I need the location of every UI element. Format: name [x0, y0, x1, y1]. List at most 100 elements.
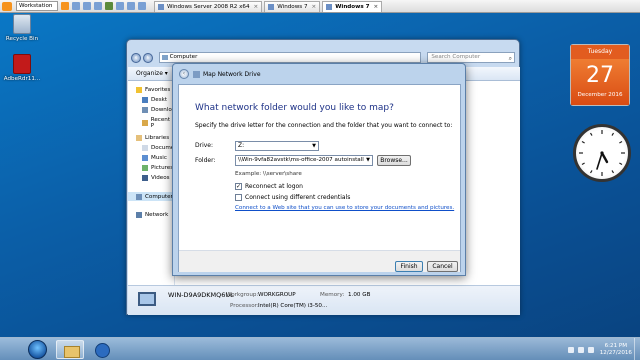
show-desktop-button[interactable]: [634, 338, 640, 360]
sidebar-label: Videos: [151, 175, 170, 181]
folder-value: \\Win-9vfa82avstk\ms-office-2007 autoins…: [238, 157, 364, 163]
sidebar-label: Computer: [145, 193, 173, 200]
sidebar-label: Favorites: [145, 87, 171, 93]
sidebar-item-computer[interactable]: Computer: [128, 192, 174, 201]
sidebar-item-desktop[interactable]: Deskt: [142, 97, 167, 103]
computer-name: WIN-D9A9DKMQ6UL: [168, 291, 234, 299]
sidebar-item-downloads[interactable]: Downlo: [142, 107, 172, 113]
finish-button[interactable]: Finish: [395, 261, 423, 272]
sidebar-item-favorites[interactable]: Favorites: [136, 87, 170, 93]
star-icon: [136, 87, 142, 93]
vm-tab-windows7-b[interactable]: Windows 7 ×: [322, 0, 383, 12]
address-bar[interactable]: Computer: [158, 52, 422, 63]
chevron-down-icon: ▼: [312, 143, 316, 149]
sidebar-item-network[interactable]: Network: [136, 212, 168, 218]
search-placeholder: Search Computer: [431, 54, 481, 60]
taskbar-date: 12/27/2016: [599, 349, 632, 356]
start-button[interactable]: [28, 340, 47, 359]
vmware-toolbar: Workstation Windows Server 2008 R2 x64 × …: [0, 0, 640, 13]
drive-value: Z:: [238, 142, 245, 149]
navigation-pane: Favorites Deskt Downlo Recent P Librarie…: [128, 81, 178, 285]
drive-select[interactable]: Z: ▼: [235, 141, 319, 151]
vmware-logo-icon: [2, 1, 12, 11]
fullscreen-icon[interactable]: [105, 2, 113, 10]
dialog-description: Specify the drive letter for the connect…: [195, 122, 453, 129]
network-icon[interactable]: [577, 346, 584, 353]
organize-button[interactable]: Organize ▾: [136, 70, 168, 77]
unity-icon[interactable]: [116, 2, 124, 10]
volume-icon[interactable]: [587, 346, 594, 353]
dialog-content: What network folder would you like to ma…: [178, 84, 461, 272]
vm-tab-windows7-a[interactable]: Windows 7 ×: [264, 0, 321, 12]
music-icon: [142, 155, 148, 161]
folder-example: Example: \\server\share: [235, 171, 302, 177]
adobe-reader-icon: [13, 54, 31, 74]
reconnect-label: Reconnect at logon: [245, 183, 303, 190]
desktop-icon-adobe-reader[interactable]: AdbeRdr11...: [0, 54, 44, 82]
close-icon[interactable]: ×: [254, 4, 259, 10]
desktop-icon-recycle-bin[interactable]: Recycle Bin: [0, 14, 44, 42]
reconnect-checkbox[interactable]: ✓ Reconnect at logon: [235, 183, 303, 190]
sidebar-item-libraries[interactable]: Libraries: [136, 135, 169, 141]
back-button[interactable]: ‹: [179, 69, 189, 79]
sidebar-label: Recent P: [150, 117, 171, 129]
recycle-bin-icon: [13, 14, 31, 34]
revert-icon[interactable]: [83, 2, 91, 10]
snapshot-icon[interactable]: [72, 2, 80, 10]
cancel-button[interactable]: Cancel: [427, 261, 458, 272]
close-icon[interactable]: ×: [374, 4, 379, 10]
desktop-icon-label: Recycle Bin: [5, 36, 39, 42]
pause-icon[interactable]: [61, 2, 69, 10]
sidebar-item-pictures[interactable]: Pictures: [142, 165, 173, 171]
system-tray: 6:21 PM 12/27/2016: [564, 340, 632, 359]
sidebar-item-videos[interactable]: Videos: [142, 175, 170, 181]
vm-tab-label: Windows Server 2008 R2 x64: [167, 3, 250, 10]
dialog-title: Map Network Drive: [203, 70, 261, 78]
calendar-gadget[interactable]: Tuesday 27 December 2016: [570, 44, 630, 106]
sidebar-item-music[interactable]: Music: [142, 155, 167, 161]
vm-tab-label: Windows 7: [277, 3, 308, 10]
back-button[interactable]: ‹: [131, 52, 141, 63]
sidebar-label: Music: [151, 155, 167, 161]
chevron-down-icon[interactable]: ▼: [366, 156, 370, 165]
taskbar-media-player-button[interactable]: [88, 340, 116, 359]
computer-icon: [138, 292, 156, 306]
manage-icon[interactable]: [94, 2, 102, 10]
view-icon[interactable]: [138, 2, 146, 10]
dialog-heading: What network folder would you like to ma…: [195, 103, 394, 113]
recent-places-icon: [142, 120, 148, 126]
processor-label: Processor:: [230, 303, 259, 309]
different-credentials-checkbox[interactable]: Connect using different credentials: [235, 194, 350, 201]
folder-input[interactable]: \\Win-9vfa82avstk\ms-office-2007 autoins…: [235, 155, 373, 166]
taskbar-clock[interactable]: 6:21 PM 12/27/2016: [600, 343, 632, 357]
calendar-body: 27 December 2016: [571, 59, 629, 105]
search-icon[interactable]: ⌕: [509, 54, 512, 63]
taskbar-explorer-button[interactable]: [56, 340, 84, 359]
checkbox-box[interactable]: [235, 194, 242, 201]
map-network-drive-dialog: ‹ Map Network Drive What network folder …: [172, 63, 466, 276]
taskbar-time: 6:21 PM: [604, 342, 628, 349]
vm-tab-server2008[interactable]: Windows Server 2008 R2 x64 ×: [154, 0, 263, 12]
taskbar: 6:21 PM 12/27/2016: [0, 337, 640, 360]
documents-icon: [142, 145, 148, 151]
dialog-titlebar: ‹ Map Network Drive: [179, 68, 261, 80]
clock-face-icon: [579, 130, 625, 176]
memory-label: Memory:: [320, 292, 345, 298]
checkmark-icon[interactable]: ✓: [235, 183, 242, 190]
connect-website-link[interactable]: Connect to a Web site that you can use t…: [235, 205, 454, 211]
pictures-icon: [142, 165, 148, 171]
search-input[interactable]: Search Computer ⌕: [427, 52, 515, 63]
workstation-menu[interactable]: Workstation: [16, 1, 58, 11]
desktop-icon: [142, 97, 148, 103]
browse-button[interactable]: Browse...: [377, 155, 411, 166]
flag-icon[interactable]: [567, 346, 574, 353]
sidebar-label: Deskt: [151, 97, 168, 103]
console-icon[interactable]: [127, 2, 135, 10]
close-icon[interactable]: ×: [312, 4, 317, 10]
calendar-month: December 2016: [577, 92, 623, 98]
sidebar-item-recent[interactable]: Recent P: [142, 117, 174, 129]
clock-gadget[interactable]: [573, 124, 631, 182]
sidebar-label: Libraries: [145, 135, 170, 141]
forward-button[interactable]: ›: [142, 52, 153, 63]
sidebar-label: Downlo: [151, 107, 172, 113]
